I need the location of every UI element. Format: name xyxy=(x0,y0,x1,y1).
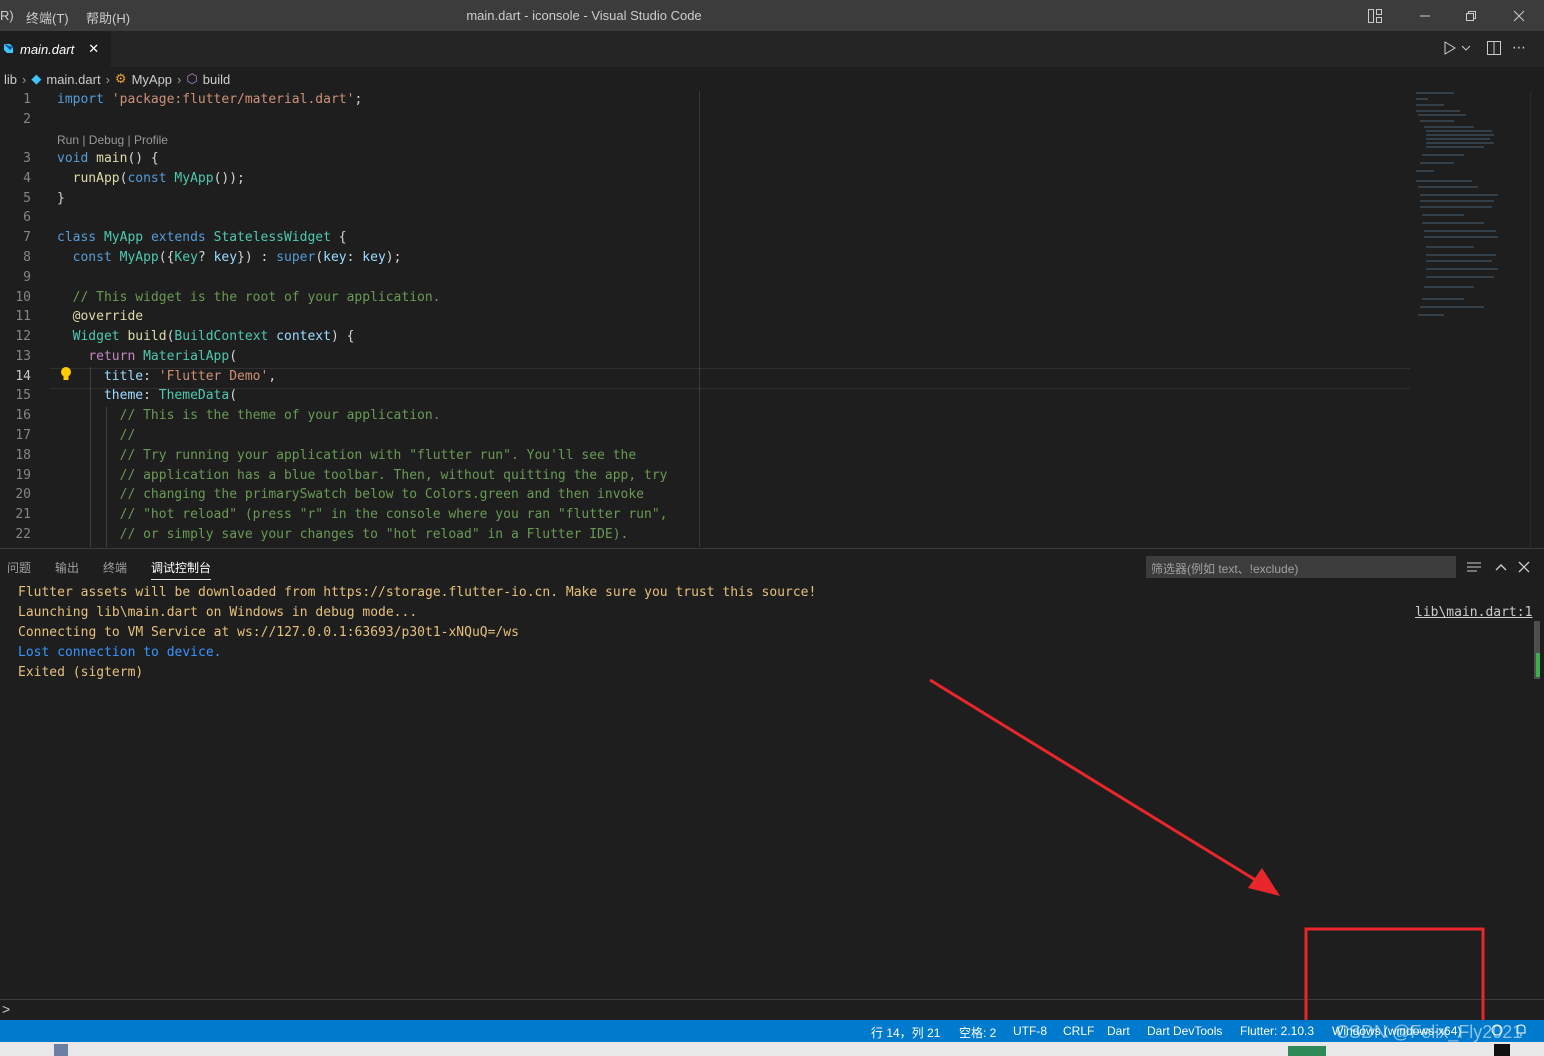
dart-devtools[interactable]: Dart DevTools xyxy=(1147,1024,1222,1038)
tray-icon[interactable] xyxy=(1494,1044,1510,1056)
cursor-position[interactable]: 行 14，列 21 xyxy=(871,1024,940,1041)
app-icon[interactable] xyxy=(54,1044,68,1056)
language-mode[interactable]: Dart xyxy=(1107,1024,1130,1038)
flutter-version[interactable]: Flutter: 2.10.3 xyxy=(1240,1024,1314,1038)
watermark: CSDN @Felix_Fly2021 xyxy=(1336,1022,1523,1042)
indentation[interactable]: 空格: 2 xyxy=(959,1024,996,1041)
file-encoding[interactable]: UTF-8 xyxy=(1013,1024,1047,1038)
tray-icon[interactable] xyxy=(1288,1046,1326,1056)
os-taskbar xyxy=(0,1042,1544,1056)
status-bar: 行 14，列 21 空格: 2 UTF-8 CRLF Dart Dart Dev… xyxy=(0,1020,1544,1042)
annotation-overlay xyxy=(929,678,1485,1049)
end-of-line[interactable]: CRLF xyxy=(1063,1024,1094,1038)
annotation-arrowhead xyxy=(1248,868,1280,896)
annotation-arrow xyxy=(929,678,1263,886)
